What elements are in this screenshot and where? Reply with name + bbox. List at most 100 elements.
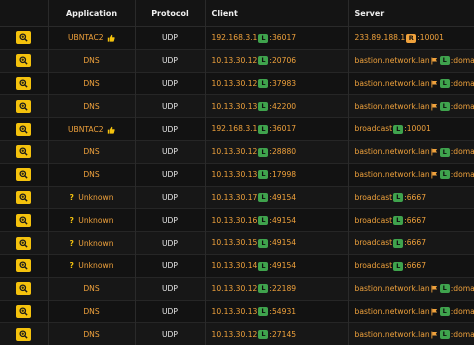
client-ip-link[interactable]: 10.13.30.12 [212,79,258,88]
application-link[interactable]: UBNTAC2 [68,33,104,42]
application-link[interactable]: DNS [83,102,99,111]
header-server[interactable]: Server [348,0,474,27]
details-cell [0,117,49,141]
server-host-link[interactable]: bastion.network.lan [355,307,430,316]
header-protocol[interactable]: Protocol [135,0,206,27]
client-cell: 10.13.30.13 L:17998 [205,162,349,187]
application-link[interactable]: DNS [83,284,99,293]
client-ip-link[interactable]: 192.168.3.1 [212,124,258,133]
zoom-in-button[interactable] [16,168,32,182]
server-host-link[interactable]: bastion.network.lan [355,330,430,339]
application-link[interactable]: Unknown [78,216,113,225]
server-host-link[interactable]: bastion.network.lan [355,79,430,88]
client-ip-link[interactable]: 10.13.30.12 [212,330,258,339]
question-mark-icon: ? [69,238,74,248]
client-ip-link[interactable]: 192.168.3.1 [212,33,258,42]
client-ip-link[interactable]: 10.13.30.14 [212,261,258,270]
server-host-link[interactable]: broadcast [355,238,393,247]
server-port-link[interactable]: :domain [451,102,473,111]
client-port-link[interactable]: :27145 [269,330,296,339]
client-port-link[interactable]: :49154 [269,261,296,270]
server-host-link[interactable]: 233.89.188.1 [355,33,406,42]
application-link[interactable]: Unknown [78,261,113,270]
zoom-in-button[interactable] [16,190,32,204]
client-port-link[interactable]: :20706 [269,56,296,65]
client-ip-link[interactable]: 10.13.30.12 [212,56,258,65]
server-port-link[interactable]: :domain [451,330,473,339]
server-port-link[interactable]: :domain [451,307,473,316]
application-link[interactable]: DNS [83,307,99,316]
client-port-link[interactable]: :37983 [269,79,296,88]
server-host-link[interactable]: bastion.network.lan [355,284,430,293]
header-application[interactable]: Application [48,0,136,27]
server-port-link[interactable]: :6667 [404,261,426,270]
protocol-cell: UDP [135,253,206,278]
server-host-link[interactable]: broadcast [355,124,393,133]
client-ip-link[interactable]: 10.13.30.17 [212,193,258,202]
zoom-in-icon [19,330,28,339]
server-host-link[interactable]: bastion.network.lan [355,147,430,156]
client-ip-link[interactable]: 10.13.30.12 [212,284,258,293]
client-port-link[interactable]: :28880 [269,147,296,156]
server-host-link[interactable]: bastion.network.lan [355,102,430,111]
zoom-in-button[interactable] [16,282,32,296]
application-link[interactable]: DNS [83,170,99,179]
zoom-in-button[interactable] [16,213,32,227]
server-port-link[interactable]: :domain [451,147,473,156]
application-link[interactable]: DNS [83,79,99,88]
client-ip-link[interactable]: 10.13.30.16 [212,216,258,225]
application-link[interactable]: DNS [83,147,99,156]
server-location-badge: L [439,307,450,317]
server-port-link[interactable]: :domain [451,56,473,65]
client-port-link[interactable]: :49154 [269,193,296,202]
application-link[interactable]: DNS [83,330,99,339]
server-port-link[interactable]: :10001 [417,33,444,42]
client-cell: 10.13.30.13 L:54931 [205,299,349,323]
client-port-link[interactable]: :49154 [269,238,296,247]
client-port-link[interactable]: :49154 [269,216,296,225]
header-client[interactable]: Client [205,0,349,27]
server-host-link[interactable]: broadcast [355,193,393,202]
zoom-in-icon [19,170,28,179]
server-host-link[interactable]: broadcast [355,216,393,225]
server-port-link[interactable]: :6667 [404,193,426,202]
application-link[interactable]: Unknown [78,239,113,248]
client-ip-link[interactable]: 10.13.30.13 [212,307,258,316]
zoom-in-button[interactable] [16,236,32,250]
zoom-in-button[interactable] [16,304,32,318]
server-port-link[interactable]: :6667 [404,238,426,247]
client-port-link[interactable]: :22189 [269,284,296,293]
client-ip-link[interactable]: 10.13.30.15 [212,238,258,247]
client-port-link[interactable]: :36017 [269,124,296,133]
zoom-in-button[interactable] [16,327,32,341]
server-port-link[interactable]: :domain [451,170,473,179]
server-host-link[interactable]: bastion.network.lan [355,170,430,179]
client-port-link[interactable]: :36017 [269,33,296,42]
client-ip-link[interactable]: 10.13.30.13 [212,102,258,111]
server-host-link[interactable]: bastion.network.lan [355,56,430,65]
client-location-badge: L [258,33,269,43]
server-port-link[interactable]: :domain [451,284,473,293]
client-ip-link[interactable]: 10.13.30.13 [212,170,258,179]
application-link[interactable]: DNS [83,56,99,65]
client-port-link[interactable]: :42200 [269,102,296,111]
client-port-link[interactable]: :54931 [269,307,296,316]
zoom-in-button[interactable] [16,145,32,159]
client-port-link[interactable]: :17998 [269,170,296,179]
application-link[interactable]: UBNTAC2 [68,125,104,134]
zoom-in-button[interactable] [16,31,32,45]
client-ip-link[interactable]: 10.13.30.12 [212,147,258,156]
zoom-in-button[interactable] [16,99,32,113]
client-location-badge: L [258,307,269,317]
server-port-link[interactable]: :domain [451,79,473,88]
zoom-in-button[interactable] [16,122,32,136]
table-header-row: Application Protocol Client Server [0,0,474,27]
zoom-in-button[interactable] [16,76,32,90]
server-port-link[interactable]: :10001 [404,124,431,133]
application-link[interactable]: Unknown [78,193,113,202]
zoom-in-button[interactable] [16,54,32,68]
server-host-link[interactable]: broadcast [355,261,393,270]
server-port-link[interactable]: :6667 [404,216,426,225]
zoom-in-icon [19,125,28,134]
zoom-in-button[interactable] [16,259,32,273]
